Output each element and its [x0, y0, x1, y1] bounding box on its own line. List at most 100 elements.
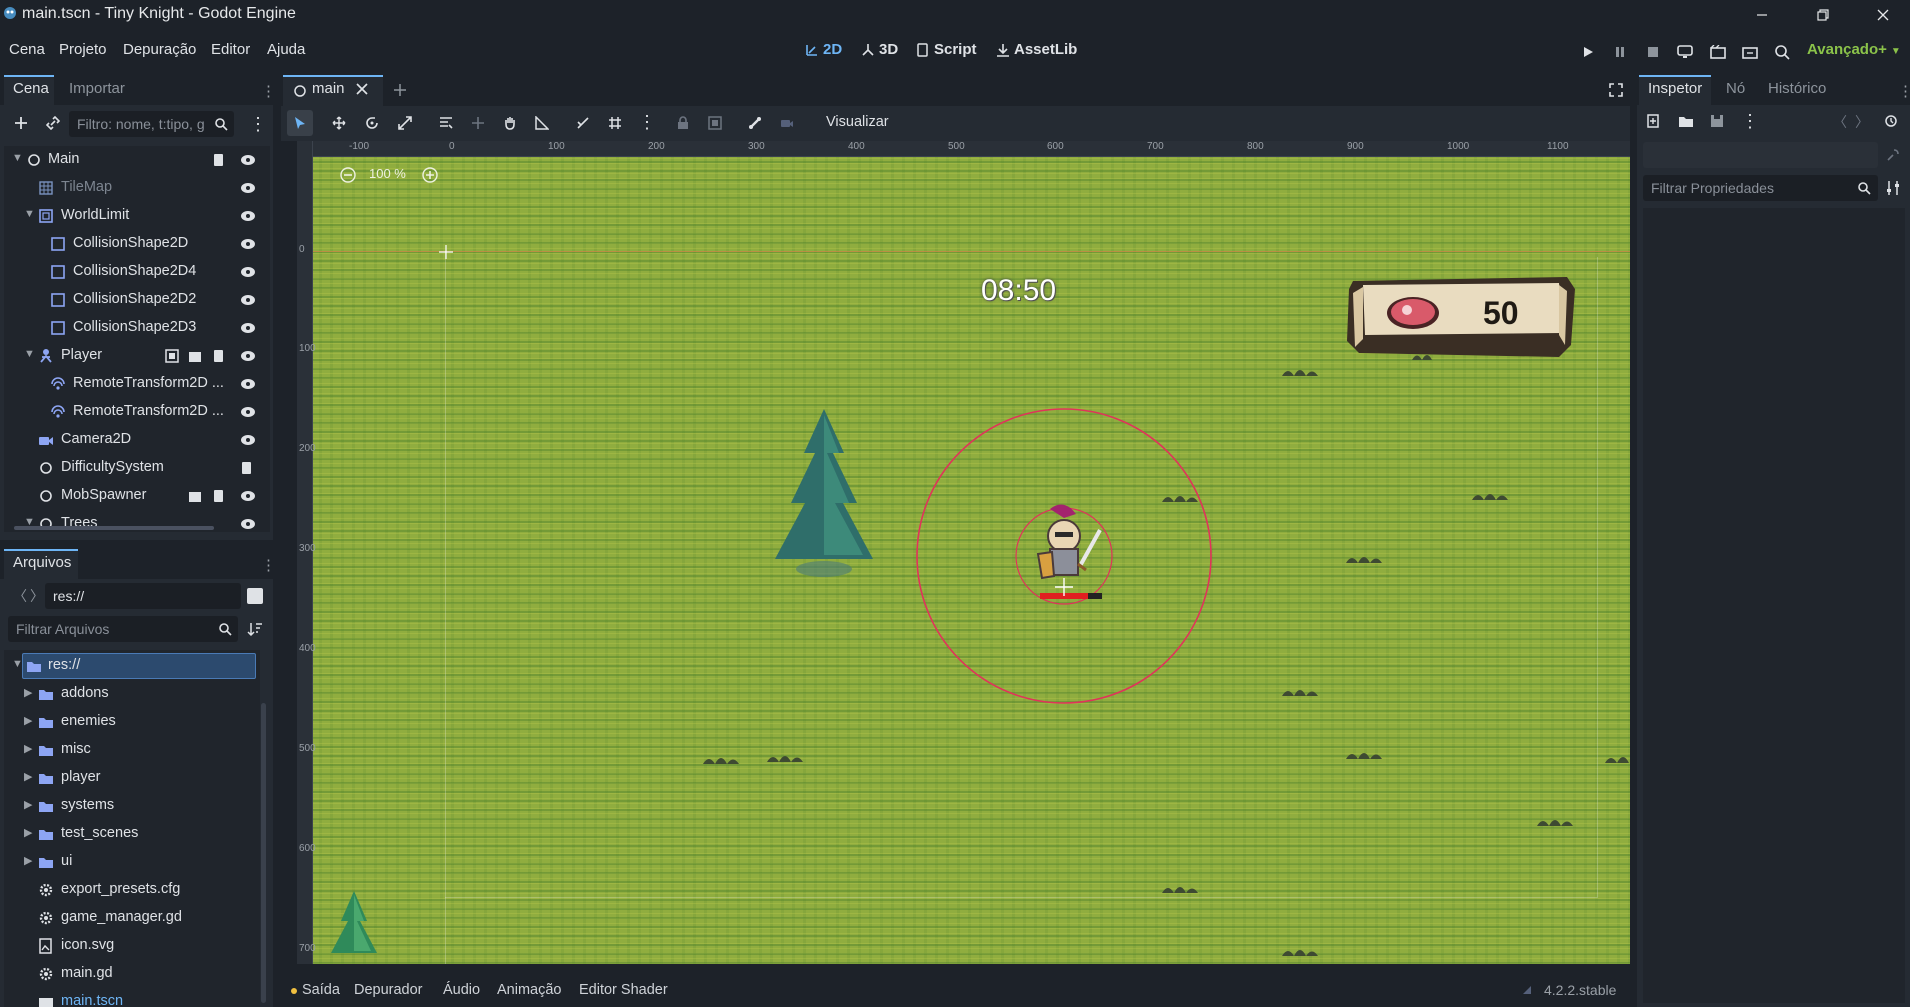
visibility-eye-icon[interactable]	[240, 489, 256, 503]
ruler-mode-icon[interactable]	[529, 110, 555, 136]
toggle-split-icon[interactable]	[247, 588, 263, 604]
history-back-icon[interactable]: 〈	[1833, 112, 1847, 132]
visibility-eye-icon[interactable]	[240, 321, 256, 335]
history-forward-icon[interactable]: 〉	[1855, 112, 1869, 132]
tree-row-collisionshape2d[interactable]: CollisionShape2D	[4, 230, 270, 258]
tree-row-remotetransform-2[interactable]: RemoteTransform2D ...	[4, 398, 270, 426]
tab-depurador[interactable]: Depurador	[354, 982, 423, 998]
tree-row-difficultysystem[interactable]: DifficultySystem	[4, 454, 270, 482]
pan-mode-icon[interactable]	[497, 110, 523, 136]
tree-row-mobspawner[interactable]: MobSpawner	[4, 482, 270, 510]
file-row-res[interactable]: ▼ res://	[4, 652, 260, 680]
menu-projeto[interactable]: Projeto	[59, 41, 107, 58]
save-icon[interactable]	[1710, 114, 1724, 128]
visibility-eye-icon[interactable]	[240, 181, 256, 195]
file-row-addons[interactable]: ▶ addons	[4, 680, 260, 708]
back-icon[interactable]: 〈	[13, 586, 27, 606]
file-row-systems[interactable]: ▶ systems	[4, 792, 260, 820]
tree-row-collisionshape2d4[interactable]: CollisionShape2D4	[4, 258, 270, 286]
scene-filter-input[interactable]: Filtro: nome, t:tipo, g	[69, 111, 234, 137]
menu-depuracao[interactable]: Depuração	[123, 41, 196, 58]
menu-ajuda[interactable]: Ajuda	[267, 41, 305, 58]
menu-cena[interactable]: Cena	[9, 41, 45, 58]
restore-icon[interactable]	[1800, 0, 1846, 29]
minimize-icon[interactable]	[1739, 0, 1785, 29]
scene-tab-main[interactable]: main	[312, 80, 345, 97]
visibility-eye-icon[interactable]	[240, 153, 256, 167]
forward-icon[interactable]: 〉	[30, 586, 44, 606]
snap-options-icon[interactable]: ⋮	[638, 112, 656, 133]
close-tab-icon[interactable]	[356, 83, 368, 95]
grid-snap-icon[interactable]	[602, 110, 628, 136]
tree-row-tilemap[interactable]: TileMap	[4, 174, 270, 202]
tree-row-main[interactable]: ▼ Main	[4, 146, 270, 174]
tree-row-camera2d[interactable]: Camera2D	[4, 426, 270, 454]
select-mode-icon[interactable]	[287, 110, 313, 136]
file-row-main-gd[interactable]: main.gd	[4, 960, 260, 988]
dock-menu-icon[interactable]: ⋮	[261, 82, 276, 100]
tree-row-worldlimit[interactable]: ▼ WorldLimit	[4, 202, 270, 230]
visibility-eye-icon[interactable]	[240, 377, 256, 391]
scene-instance-badge-icon[interactable]	[188, 489, 202, 503]
view-menu[interactable]: Visualizar	[826, 114, 889, 130]
new-scene-tab-icon[interactable]	[393, 83, 407, 97]
file-row-enemies[interactable]: ▶ enemies	[4, 708, 260, 736]
scene-options-icon[interactable]: ⋮	[249, 114, 267, 135]
visibility-eye-icon[interactable]	[240, 209, 256, 223]
distraction-free-icon[interactable]	[1609, 83, 1623, 97]
scale-mode-icon[interactable]	[392, 110, 418, 136]
close-window-icon[interactable]	[1860, 0, 1906, 29]
mode-script-tab[interactable]: Script	[916, 41, 977, 58]
new-resource-icon[interactable]	[1646, 114, 1660, 128]
remote-debug-icon[interactable]	[1674, 42, 1696, 62]
tab-audio[interactable]: Áudio	[443, 982, 480, 998]
inspector-options-icon[interactable]: ⋮	[1741, 111, 1759, 132]
object-history-icon[interactable]	[1884, 114, 1898, 128]
tab-cena[interactable]: Cena	[13, 80, 49, 97]
script-badge-icon[interactable]	[240, 461, 254, 475]
mode-assetlib-tab[interactable]: AssetLib	[996, 41, 1077, 58]
rotate-mode-icon[interactable]	[359, 110, 385, 136]
tree-row-collisionshape2d2[interactable]: CollisionShape2D2	[4, 286, 270, 314]
file-row-player[interactable]: ▶ player	[4, 764, 260, 792]
visibility-eye-icon[interactable]	[240, 433, 256, 447]
visibility-eye-icon[interactable]	[240, 349, 256, 363]
play-scene-icon[interactable]	[1707, 42, 1729, 62]
scene-instance-badge-icon[interactable]	[188, 349, 202, 363]
mode-2d-tab[interactable]: 2D	[805, 41, 842, 58]
skeleton-icon[interactable]	[742, 110, 768, 136]
tree-row-player[interactable]: ▼ Player	[4, 342, 270, 370]
mode-3d-tab[interactable]: 3D	[861, 41, 898, 58]
menu-editor[interactable]: Editor	[211, 41, 250, 58]
property-search-icon[interactable]	[1886, 148, 1900, 162]
file-row-test-scenes[interactable]: ▶ test_scenes	[4, 820, 260, 848]
tab-importar[interactable]: Importar	[69, 80, 125, 97]
tab-editor-shader[interactable]: Editor Shader	[579, 982, 668, 998]
play-icon[interactable]	[1577, 42, 1599, 62]
visibility-eye-icon[interactable]	[240, 293, 256, 307]
file-row-misc[interactable]: ▶ misc	[4, 736, 260, 764]
tab-no[interactable]: Nó	[1726, 80, 1745, 97]
dock-menu-icon[interactable]: ⋮	[261, 556, 276, 574]
group-icon[interactable]	[702, 110, 728, 136]
visibility-eye-icon[interactable]	[240, 237, 256, 251]
group-badge-icon[interactable]	[165, 349, 179, 363]
tab-arquivos[interactable]: Arquivos	[13, 554, 71, 571]
list-select-icon[interactable]	[433, 110, 459, 136]
visibility-eye-icon[interactable]	[240, 265, 256, 279]
tree-row-remotetransform-1[interactable]: RemoteTransform2D ...	[4, 370, 270, 398]
lock-icon[interactable]	[670, 110, 696, 136]
file-row-ui[interactable]: ▶ ui	[4, 848, 260, 876]
canvas-viewport[interactable]: -100 0 100 200 300 400 500 600 700 800 9…	[297, 141, 1630, 964]
visibility-eye-icon[interactable]	[240, 405, 256, 419]
file-row-icon-svg[interactable]: icon.svg	[4, 932, 260, 960]
update-spinner-icon[interactable]	[1521, 984, 1533, 996]
move-mode-icon[interactable]	[326, 110, 352, 136]
path-input[interactable]: res://	[45, 583, 241, 609]
dock-menu-icon[interactable]: ⋮	[1898, 82, 1910, 100]
pause-icon[interactable]	[1609, 42, 1631, 62]
file-row-export-presets[interactable]: export_presets.cfg	[4, 876, 260, 904]
tree-row-collisionshape2d3[interactable]: CollisionShape2D3	[4, 314, 270, 342]
file-filter-input[interactable]: Filtrar Arquivos	[8, 616, 238, 642]
scene-tree-scrollbar[interactable]	[14, 526, 214, 530]
